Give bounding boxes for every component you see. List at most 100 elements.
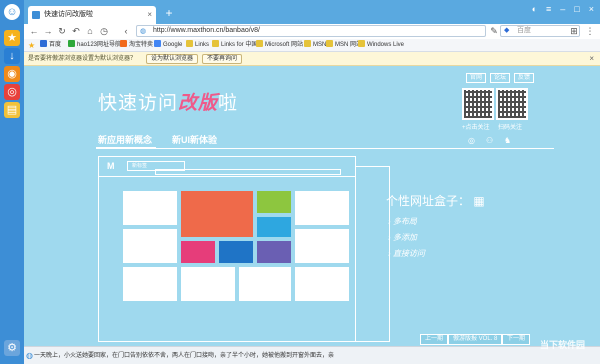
tile[interactable] (295, 191, 349, 225)
taobao-favicon-icon (120, 40, 127, 47)
bookmark-label: Links for 中国 (221, 42, 258, 48)
bookmark-label: Google (163, 42, 183, 48)
follow-link[interactable]: +点击关注 (462, 122, 490, 131)
bookmark-microsoft[interactable]: Microsoft 网站 (256, 40, 303, 51)
download-icon[interactable]: ↓ (4, 48, 20, 64)
grid-icon: ▦ (470, 194, 485, 208)
status-bar: ◍ 一天晚上，小火送她要回家，在门口告别依依不舍，两人在门口接吻，亲了半个小时，… (24, 346, 600, 364)
bookmark-hao123[interactable]: hao123网址导航 (68, 40, 121, 51)
bookmark-baidu[interactable]: 百度 (40, 40, 61, 51)
bookmark-msn-site[interactable]: MSN 网站 (326, 40, 362, 51)
tile[interactable] (239, 267, 291, 301)
maximize-icon[interactable]: □ (574, 4, 579, 14)
close-notice-icon[interactable]: × (589, 54, 594, 63)
sidebar: ☺ ★ ↓ ◉ ◎ ▤ ⚙ (0, 0, 24, 364)
tile-darkblue[interactable] (219, 241, 253, 263)
favorites-star-icon[interactable]: ★ (4, 30, 20, 46)
bookmark-bar: ★ 百度 hao123网址导航 淘宝特卖 Google Links Links … (24, 39, 600, 52)
tab-active[interactable]: 快速访问改版啦 × (28, 6, 156, 24)
tile[interactable] (181, 267, 235, 301)
subnav-new-concept[interactable]: 新应用新概念 (98, 133, 152, 146)
bookmark-links[interactable]: Links (186, 40, 209, 51)
folder-icon (212, 40, 219, 47)
tile-pink[interactable] (181, 241, 215, 263)
weibo-qr-code (462, 88, 494, 120)
weibo-share-icon[interactable]: ◎ (468, 136, 475, 145)
tile-purple[interactable] (257, 241, 291, 263)
new-tab-button[interactable]: + (162, 6, 176, 20)
menu-icon[interactable]: ≡ (546, 4, 551, 14)
issue-label: 傲游版报 VOL. 8 (448, 334, 503, 345)
folder-icon (358, 40, 365, 47)
bookmark-windows-live[interactable]: Windows Live (358, 40, 404, 51)
headline-suffix: 啦 (218, 93, 239, 114)
home-icon[interactable]: ⌂ (84, 25, 96, 37)
tile[interactable] (295, 229, 349, 263)
forward-icon[interactable]: → (42, 25, 54, 37)
google-favicon-icon (154, 40, 161, 47)
link-official-site[interactable]: 官网 (466, 73, 487, 83)
prev-issue-button[interactable]: 上一期 (420, 334, 449, 345)
wechat-qr-code (496, 88, 528, 120)
next-issue-button[interactable]: 下一期 (502, 334, 531, 345)
tile[interactable] (295, 267, 349, 301)
back-icon[interactable]: ← (28, 25, 40, 37)
refresh-icon[interactable]: ↻ (56, 25, 68, 37)
qq-share-icon[interactable]: ♞ (504, 136, 511, 145)
rss-icon[interactable]: ◉ (4, 66, 20, 82)
weibo-icon[interactable]: ◎ (4, 84, 20, 100)
link-feedback[interactable]: 反馈 (514, 73, 535, 83)
close-window-icon[interactable]: × (589, 4, 594, 14)
address-bar[interactable]: ◍ http://www.maxthon.cn/banbao/v8/ (136, 25, 486, 37)
close-tab-icon[interactable]: × (147, 6, 152, 24)
more-icon[interactable]: ⋮ (584, 25, 596, 37)
bookmark-label: hao123网址导航 (77, 42, 122, 48)
tile[interactable] (123, 267, 177, 301)
bookmark-msn[interactable]: MSN (304, 40, 326, 51)
settings-icon[interactable]: ⚙ (4, 340, 20, 356)
renren-share-icon[interactable]: ⚇ (486, 136, 493, 145)
folder-icon (186, 40, 193, 47)
mockup-frame-extension (356, 166, 390, 342)
bookmark-label: 淘宝特卖 (129, 42, 154, 48)
feature-direct-access: › 直接访问 (388, 249, 425, 258)
tile[interactable] (123, 191, 177, 225)
skin-icon[interactable]: ◐ (532, 4, 537, 14)
search-placeholder: 百度 (517, 27, 531, 34)
history-icon[interactable]: ◷ (98, 25, 110, 37)
notice-message: 是否要将傲游浏览器设置为默认浏览器？ (28, 56, 137, 62)
grid-icon[interactable]: ⊞ (568, 25, 580, 37)
bookmark-add-icon[interactable]: ✎ (488, 25, 500, 37)
tile-orange[interactable] (181, 191, 253, 237)
subnav-new-ui[interactable]: 新UI新体验 (172, 133, 217, 146)
tab-favicon-icon (32, 11, 40, 19)
minimize-icon[interactable]: – (560, 4, 565, 14)
tile-green[interactable] (257, 191, 291, 213)
dont-ask-button[interactable]: 不要再询问 (202, 54, 243, 64)
bookmark-links-china[interactable]: Links for 中国 (212, 40, 257, 51)
subnav-divider (96, 148, 554, 149)
tile-blue[interactable] (257, 217, 291, 237)
bookmark-google[interactable]: Google (154, 40, 182, 51)
ui-mockup: M 新标签 (98, 156, 356, 342)
folder-icon (304, 40, 311, 47)
folder-icon (256, 40, 263, 47)
smile-icon[interactable]: ☺ (4, 4, 20, 20)
notes-icon[interactable]: ▤ (4, 102, 20, 118)
bookmark-star-icon[interactable]: ★ (28, 40, 35, 51)
folder-icon (326, 40, 333, 47)
tab-title: 快速访问改版啦 (44, 11, 93, 18)
bookmark-label: Microsoft 网站 (265, 42, 304, 48)
undo-icon[interactable]: ↶ (70, 25, 82, 37)
bookmark-taobao[interactable]: 淘宝特卖 (120, 40, 153, 51)
bookmark-label: 百度 (49, 42, 62, 48)
chevron-left-icon[interactable]: ‹ (120, 25, 132, 37)
headline-prefix: 快速访问 (98, 93, 179, 114)
feature-multi-add: › 多添加 (388, 233, 417, 242)
baidu-favicon-icon (40, 40, 47, 47)
link-forum[interactable]: 论坛 (490, 73, 511, 83)
status-text: 一天晚上，小火送她要回家，在门口告别依依不舍，两人在门口接吻，亲了半个小时，她被… (34, 353, 335, 359)
tile[interactable] (123, 229, 177, 263)
set-default-button[interactable]: 设为默认浏览器 (146, 54, 199, 64)
bookmark-label: MSN (313, 42, 327, 48)
